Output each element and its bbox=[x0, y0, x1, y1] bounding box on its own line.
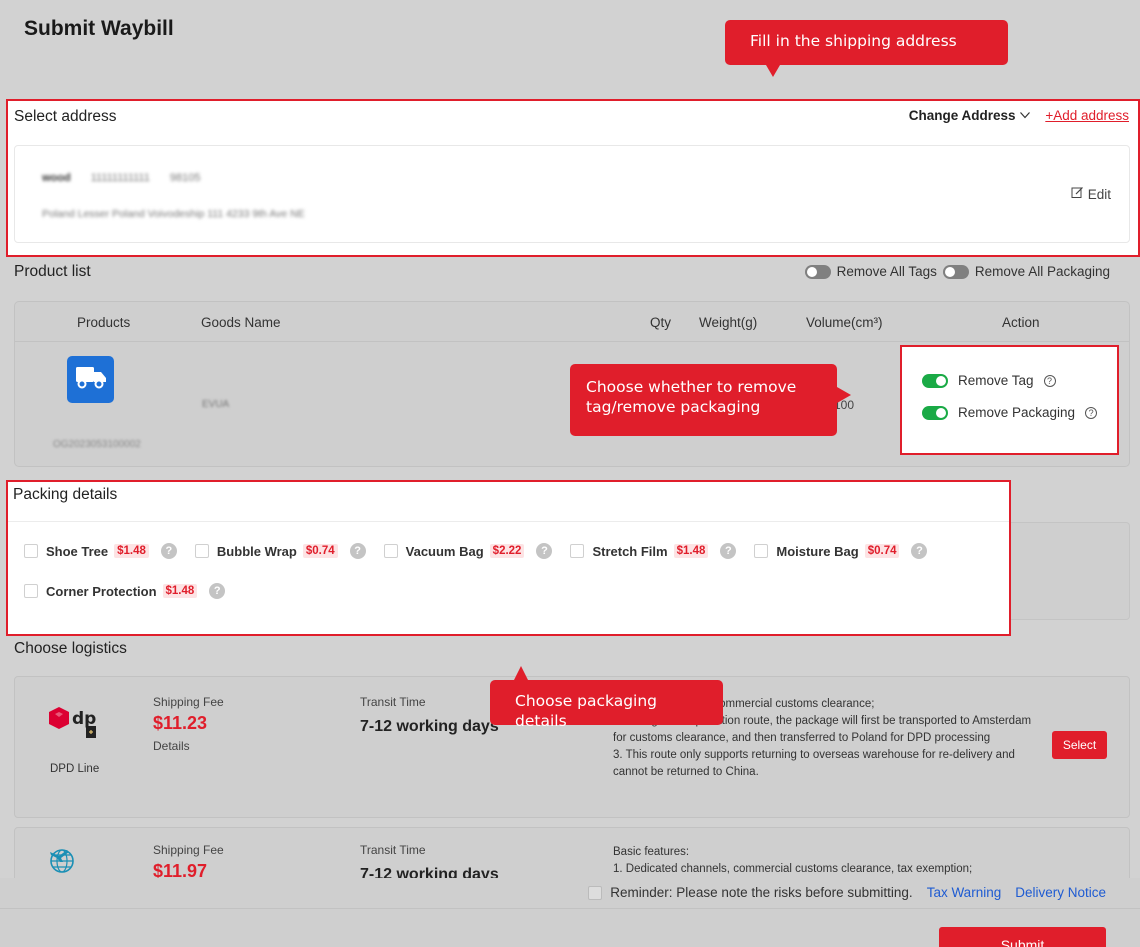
column-header-action: Action bbox=[1002, 315, 1040, 330]
fee-label: Shipping Fee bbox=[153, 695, 224, 709]
callout-arrow bbox=[837, 387, 851, 403]
feature-line: 3. This route only supports returning to… bbox=[613, 749, 1015, 778]
reminder-row: Reminder: Please note the risks before s… bbox=[588, 885, 1106, 900]
address-highlight-frame bbox=[6, 99, 1140, 257]
actions-highlight-frame bbox=[900, 345, 1119, 455]
delivery-notice-link[interactable]: Delivery Notice bbox=[1015, 885, 1106, 900]
packing-overflow-area bbox=[1011, 522, 1130, 620]
submit-button[interactable]: Submit bbox=[939, 927, 1106, 947]
reminder-checkbox[interactable] bbox=[588, 885, 603, 900]
tax-warning-link[interactable]: Tax Warning bbox=[927, 885, 1002, 900]
column-header-weight: Weight(g) bbox=[699, 315, 758, 330]
remove-all-packaging-toggle[interactable] bbox=[942, 264, 969, 279]
transit-time: 7-12 working days bbox=[360, 718, 499, 735]
carrier-name: DPD Line bbox=[50, 763, 100, 775]
dpd-logo-icon: dp bbox=[47, 704, 107, 749]
remove-all-packaging-label: Remove All Packaging bbox=[974, 264, 1110, 279]
callout-arrow bbox=[514, 666, 528, 680]
select-logistics-button[interactable]: Select bbox=[1052, 731, 1107, 759]
remove-all-tags-toggle[interactable] bbox=[804, 264, 831, 279]
callout-remove-tag: Choose whether to remove tag/remove pack… bbox=[570, 364, 837, 436]
globe-icon bbox=[47, 846, 77, 881]
bulk-toggles: Remove All Tags Remove All Packaging bbox=[804, 264, 1110, 279]
column-header-qty: Qty bbox=[650, 315, 672, 330]
reminder-text: Reminder: Please note the risks before s… bbox=[610, 885, 913, 900]
feature-line: 1. Dedicated channels, commercial custom… bbox=[613, 863, 973, 875]
fee-details-link[interactable]: Details bbox=[153, 739, 190, 753]
product-image bbox=[67, 356, 114, 403]
page-title: Submit Waybill bbox=[24, 17, 174, 40]
truck-icon bbox=[75, 364, 107, 395]
transit-label: Transit Time bbox=[360, 695, 426, 709]
fee-label: Shipping Fee bbox=[153, 843, 224, 857]
column-header-goods-name: Goods Name bbox=[201, 315, 281, 330]
logistics-title: Choose logistics bbox=[14, 640, 127, 657]
packing-highlight-frame bbox=[6, 480, 1011, 636]
transit-label: Transit Time bbox=[360, 843, 426, 857]
callout-packaging: Choose packaging details bbox=[490, 680, 723, 730]
column-header-volume: Volume(cm³) bbox=[806, 315, 883, 330]
features-title: Basic features: bbox=[613, 846, 690, 858]
submit-bar-divider bbox=[0, 908, 1140, 909]
submit-bar: Reminder: Please note the risks before s… bbox=[0, 878, 1140, 947]
callout-shipping-address: Fill in the shipping address bbox=[725, 20, 1008, 65]
product-list-title: Product list bbox=[14, 263, 91, 280]
callout-arrow bbox=[766, 65, 780, 77]
remove-all-tags-label: Remove All Tags bbox=[836, 264, 937, 279]
shipping-fee: $11.23 bbox=[153, 713, 208, 733]
header-divider bbox=[15, 341, 1129, 342]
logistics-features: Basic features: 1. Dedicated channels, c… bbox=[613, 844, 1033, 878]
column-header-products: Products bbox=[77, 315, 131, 330]
product-sku: OG2023053100002 bbox=[53, 439, 141, 450]
product-goods-name: EVUA bbox=[202, 399, 230, 410]
